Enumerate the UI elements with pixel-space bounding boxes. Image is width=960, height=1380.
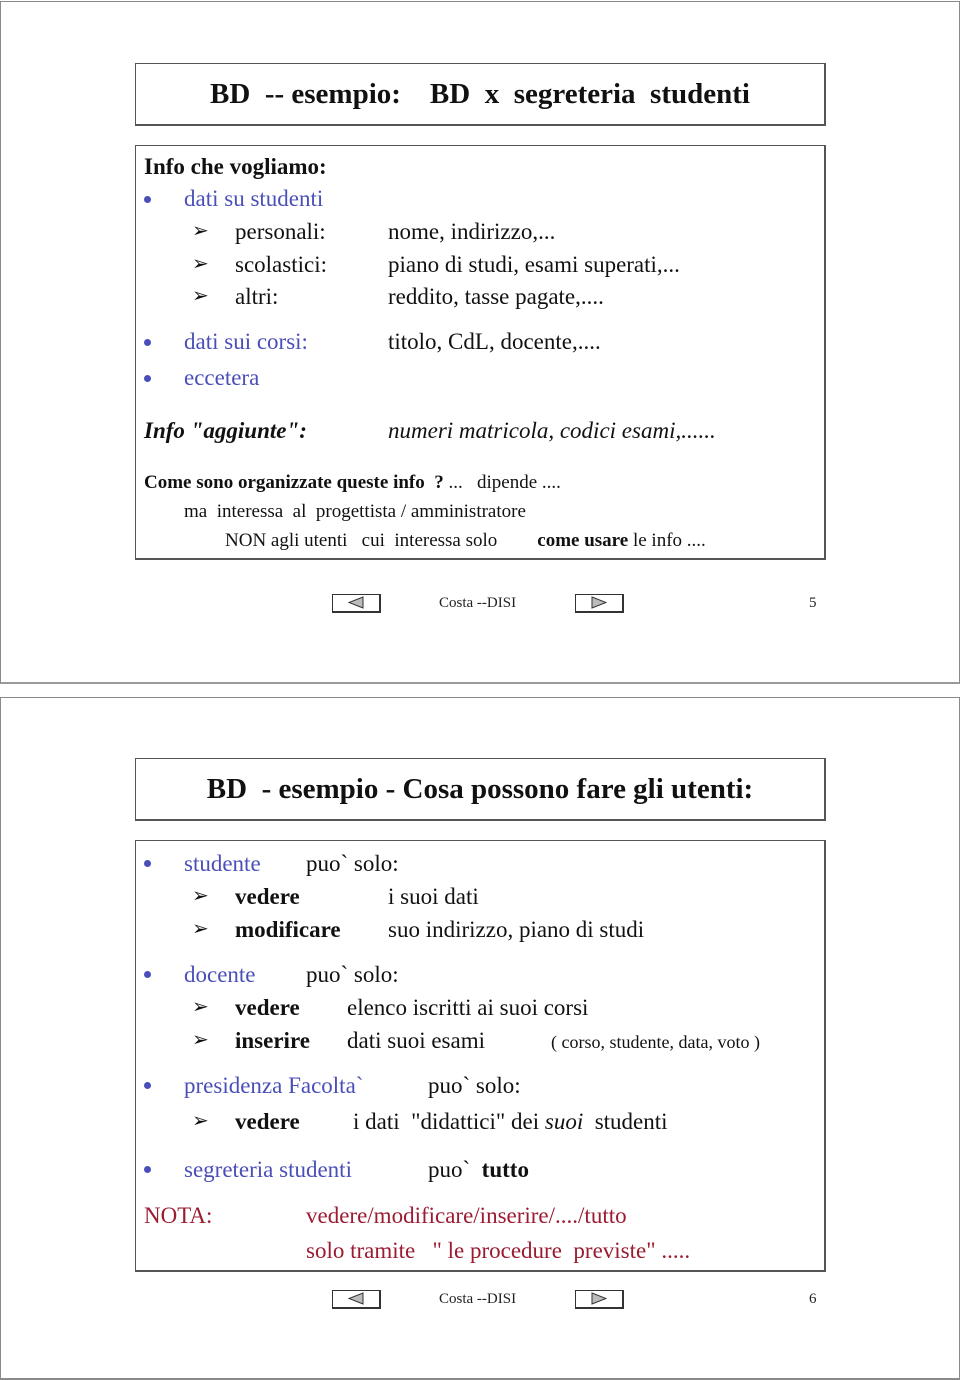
role-label: studente bbox=[184, 851, 261, 876]
question-bold: Come sono organizzate queste info ? bbox=[144, 472, 444, 493]
role-label: presidenza Facolta` bbox=[184, 1073, 364, 1098]
note-line-2-bold: come usare bbox=[537, 530, 629, 551]
action-verb: vedere bbox=[235, 1109, 300, 1134]
role-permission: puo` tutto bbox=[428, 1158, 529, 1181]
action-object: suo indirizzo, piano di studi bbox=[388, 917, 645, 942]
subitem-label: altri: bbox=[235, 284, 279, 309]
arrow-bullet-icon: ➢ bbox=[192, 220, 209, 242]
action-object-a: i dati "didattici" dei bbox=[353, 1109, 545, 1134]
section-heading: Info che vogliamo: bbox=[144, 154, 327, 179]
action-object-b: studenti bbox=[583, 1109, 668, 1134]
action-detail: ( corso, studente, data, voto ) bbox=[551, 1032, 760, 1052]
note-line-1: ma interessa al progettista / amministra… bbox=[184, 501, 526, 522]
role-permission: puo` solo: bbox=[306, 962, 399, 987]
role-permission: puo` solo: bbox=[428, 1073, 521, 1098]
slide-content-box: studente puo` solo: ➢ vedere i suoi dati… bbox=[135, 840, 826, 1272]
extra-label: Info "aggiunte": bbox=[144, 418, 307, 443]
nota-line-1: vedere/modificare/inserire/..../tutto bbox=[306, 1203, 627, 1228]
nota-label: NOTA: bbox=[144, 1203, 213, 1228]
note-line-2-b: le info .... bbox=[628, 530, 706, 551]
bullet-icon bbox=[144, 860, 151, 867]
slide-footer: Costa --DISI 5 bbox=[0, 594, 958, 618]
bullet-icon bbox=[144, 1166, 151, 1173]
action-object-italic: suoi bbox=[544, 1109, 584, 1134]
triangle-right-icon bbox=[591, 596, 607, 609]
triangle-left-icon bbox=[348, 596, 364, 609]
action-verb: inserire bbox=[235, 1028, 310, 1053]
subitem-value: reddito, tasse pagate,.... bbox=[388, 284, 604, 309]
slide-content-box: Info che vogliamo: dati su studenti ➢ pe… bbox=[135, 145, 826, 560]
bullet-value: titolo, CdL, docente,.... bbox=[388, 329, 601, 354]
prev-slide-button[interactable] bbox=[332, 1290, 381, 1309]
bullet-icon bbox=[144, 971, 151, 978]
page-number: 6 bbox=[809, 1291, 817, 1307]
role-permission-text: puo` bbox=[428, 1157, 471, 1182]
role-permission-bold: tutto bbox=[481, 1157, 529, 1182]
question-rest: ... dipende .... bbox=[443, 472, 561, 493]
slide-title-box: BD -- esempio: BD x segreteria studenti bbox=[135, 63, 826, 126]
arrow-bullet-icon: ➢ bbox=[192, 918, 209, 940]
role-label: segreteria studenti bbox=[184, 1157, 352, 1182]
action-object: dati suoi esami bbox=[347, 1028, 485, 1053]
slide-title: BD -- esempio: BD x segreteria studenti bbox=[210, 77, 750, 110]
triangle-left-icon bbox=[348, 1292, 364, 1305]
role-permission: puo` solo: bbox=[306, 851, 399, 876]
arrow-bullet-icon: ➢ bbox=[192, 253, 209, 275]
question-line: Come sono organizzate queste info ? ... … bbox=[144, 473, 561, 492]
subitem-value: nome, indirizzo,... bbox=[388, 219, 556, 244]
next-slide-button[interactable] bbox=[575, 1290, 624, 1309]
arrow-bullet-icon: ➢ bbox=[192, 1110, 209, 1132]
subitem-label: scolastici: bbox=[235, 252, 327, 277]
bullet-label: dati su studenti bbox=[184, 186, 324, 211]
bullet-icon bbox=[144, 375, 151, 382]
bullet-label: eccetera bbox=[184, 365, 260, 390]
bullet-label: dati sui corsi: bbox=[184, 329, 308, 354]
triangle-right-icon bbox=[591, 1292, 607, 1305]
slide-title-box: BD - esempio - Cosa possono fare gli ute… bbox=[135, 758, 826, 821]
note-line-2-a: NON agli utenti cui interessa solo bbox=[225, 530, 498, 551]
arrow-bullet-icon: ➢ bbox=[192, 285, 209, 307]
nota-line-2: solo tramite " le procedure previste" ..… bbox=[306, 1238, 691, 1263]
action-object: i dati "didattici" dei suoi studenti bbox=[353, 1110, 668, 1133]
action-object: i suoi dati bbox=[388, 884, 479, 909]
extra-value: numeri matricola, codici esami,...... bbox=[388, 418, 716, 443]
action-verb: vedere bbox=[235, 995, 300, 1020]
subitem-label: personali: bbox=[235, 219, 326, 244]
prev-slide-button[interactable] bbox=[332, 594, 381, 613]
bullet-icon bbox=[144, 339, 151, 346]
footer-author: Costa --DISI bbox=[439, 1291, 517, 1307]
role-label: docente bbox=[184, 962, 256, 987]
footer-author: Costa --DISI bbox=[439, 595, 517, 611]
bullet-icon bbox=[144, 196, 151, 203]
slide-footer: Costa --DISI 6 bbox=[0, 1290, 958, 1314]
action-object: elenco iscritti ai suoi corsi bbox=[347, 995, 589, 1020]
action-verb: modificare bbox=[235, 917, 341, 942]
arrow-bullet-icon: ➢ bbox=[192, 1029, 209, 1051]
note-line-2: NON agli utenti cui interessa solo come u… bbox=[225, 531, 706, 550]
arrow-bullet-icon: ➢ bbox=[192, 885, 209, 907]
bullet-icon bbox=[144, 1082, 151, 1089]
slide-title: BD - esempio - Cosa possono fare gli ute… bbox=[206, 772, 754, 805]
arrow-bullet-icon: ➢ bbox=[192, 996, 209, 1018]
page-number: 5 bbox=[809, 595, 817, 611]
action-verb: vedere bbox=[235, 884, 300, 909]
subitem-value: piano di studi, esami superati,... bbox=[388, 252, 680, 277]
next-slide-button[interactable] bbox=[575, 594, 624, 613]
